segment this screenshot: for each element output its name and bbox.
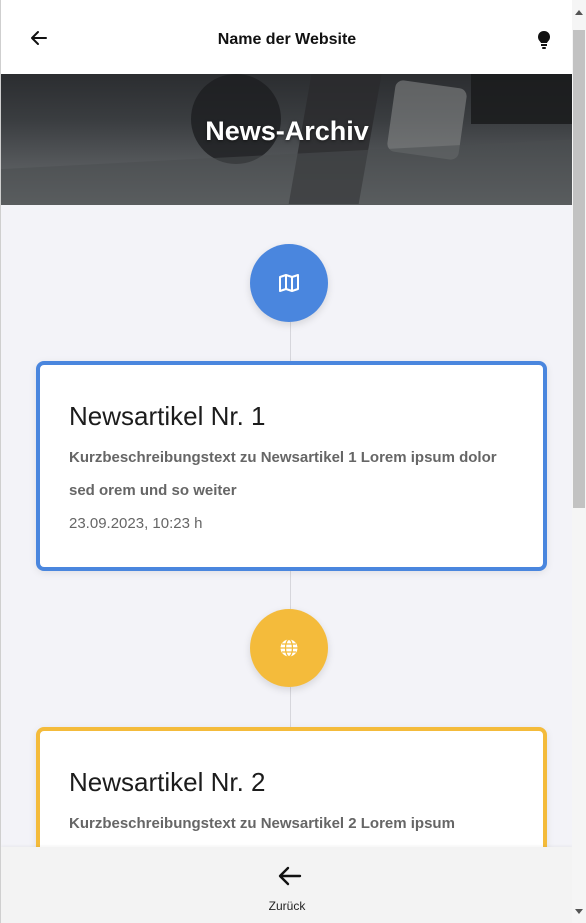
lightbulb-icon[interactable] [535,29,553,51]
page-heading: News-Archiv [205,116,369,146]
news-description: Kurzbeschreibungstext zu Newsartikel 1 L… [69,449,497,499]
timeline-marker [250,609,328,687]
arrow-left-icon[interactable] [277,865,303,887]
top-app-bar: Name der Website [1,0,572,74]
back-button-label[interactable]: Zurück [1,899,572,913]
scrollbar-thumb[interactable] [573,30,585,508]
scroll-down-arrow[interactable] [575,909,583,914]
globe-icon [280,638,298,658]
map-icon [279,274,299,292]
timeline-line [290,571,291,609]
hero-banner: News-Archiv [1,74,572,205]
bottom-navigation: Zurück [1,847,572,923]
news-description: Kurzbeschreibungstext zu Newsartikel 2 L… [69,815,455,832]
news-date: 23.09.2023, 10:23 h [69,515,203,532]
news-title: Newsartikel Nr. 1 [69,401,266,431]
timeline-line [290,687,291,727]
timeline-line [290,322,291,362]
vertical-scrollbar[interactable] [572,0,586,923]
app-frame: Name der Website News-Archiv Newsartikel… [0,0,572,923]
hero-image-shape [1,137,572,205]
news-title: Newsartikel Nr. 2 [69,767,266,797]
site-title: Name der Website [217,31,357,48]
news-card[interactable]: Newsartikel Nr. 1 Kurzbeschreibungstext … [36,361,547,571]
scroll-up-arrow[interactable] [575,10,583,15]
timeline-marker [250,244,328,322]
